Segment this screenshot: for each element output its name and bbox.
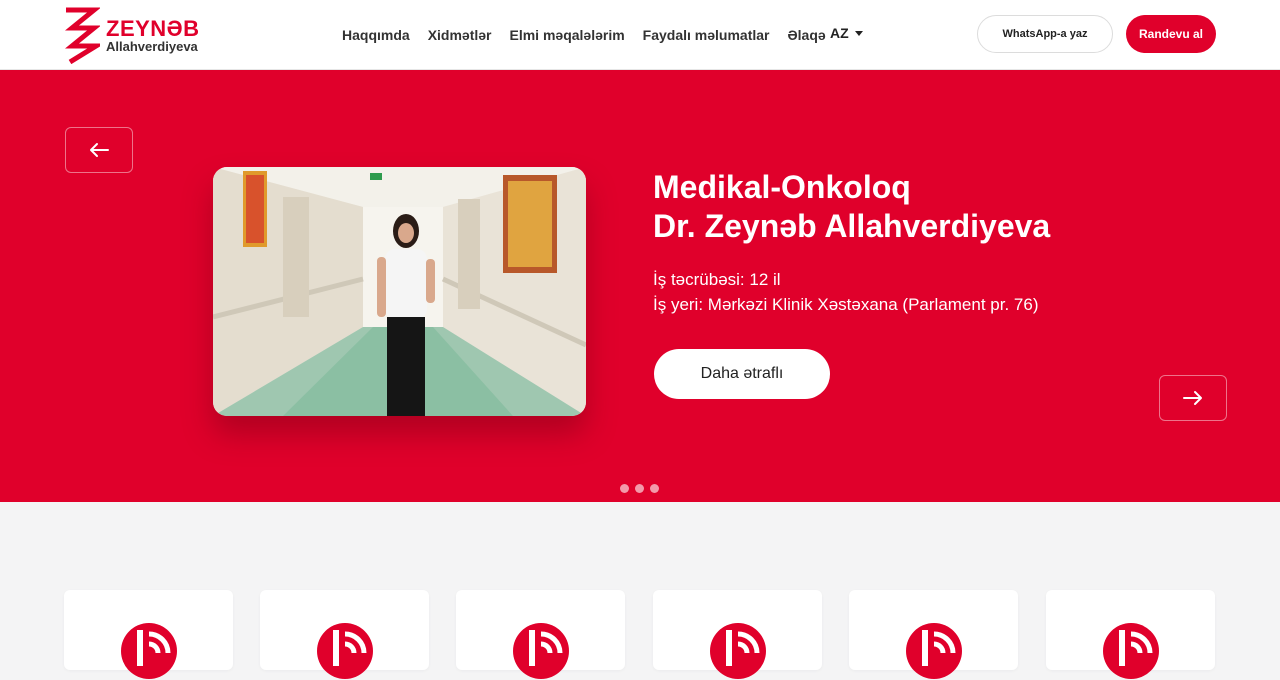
service-cards [0,590,1280,679]
language-selector[interactable]: AZ [830,25,863,41]
nav-item-services[interactable]: Xidmətlər [428,27,492,43]
service-card[interactable] [456,590,625,679]
appointment-button[interactable]: Randevu al [1126,15,1216,53]
service-card[interactable] [653,590,822,679]
arrow-right-icon [1183,391,1202,405]
slider-dot[interactable] [650,484,659,493]
logo-subtitle: Allahverdiyeva [106,39,198,54]
main-nav: Haqqımda Xidmətlər Elmi məqalələrim Fayd… [342,25,844,45]
nav-item-about[interactable]: Haqqımda [342,27,410,43]
service-card[interactable] [849,590,1018,679]
service-logo-icon [317,623,373,679]
language-label: AZ [830,25,849,41]
service-card[interactable] [1046,590,1215,679]
service-card[interactable] [64,590,233,679]
whatsapp-button[interactable]: WhatsApp-a yaz [977,15,1113,53]
service-logo-icon [121,623,177,679]
logo[interactable]: ZEYNƏB Allahverdiyeva [64,6,224,64]
hero-slider: Medikal-Onkoloq Dr. Zeynəb Allahverdiyev… [0,70,1280,502]
hero-title-name: Dr. Zeynəb Allahverdiyeva [653,208,1051,244]
hero-experience: İş təcrübəsi: 12 il [653,270,781,289]
slider-dot[interactable] [620,484,629,493]
more-info-button[interactable]: Daha ətraflı [654,349,830,399]
nav-item-contact[interactable]: Əlaqə [788,27,826,43]
hero-info: İş təcrübəsi: 12 il İş yeri: Mərkəzi Kli… [653,267,1213,317]
slider-prev-button[interactable] [65,127,133,173]
site-header: ZEYNƏB Allahverdiyeva Haqqımda Xidmətlər… [0,0,1280,70]
slider-next-button[interactable] [1159,375,1227,421]
logo-mark-icon [64,7,100,64]
service-logo-icon [710,623,766,679]
hero-title-role: Medikal-Onkoloq [653,169,911,205]
service-logo-icon [513,623,569,679]
doctor-photo [213,167,586,416]
service-logo-icon [906,623,962,679]
chevron-down-icon [854,30,863,36]
service-card[interactable] [260,590,429,679]
service-logo-icon [1103,623,1159,679]
hero-workplace: İş yeri: Mərkəzi Klinik Xəstəxana (Parla… [653,295,1039,314]
nav-item-useful-info[interactable]: Faydalı məlumatlar [643,27,770,43]
slider-dots [620,484,665,493]
hero-title: Medikal-Onkoloq Dr. Zeynəb Allahverdiyev… [653,168,1213,246]
arrow-left-icon [90,143,109,157]
slider-dot[interactable] [635,484,644,493]
nav-item-articles[interactable]: Elmi məqalələrim [510,27,625,43]
